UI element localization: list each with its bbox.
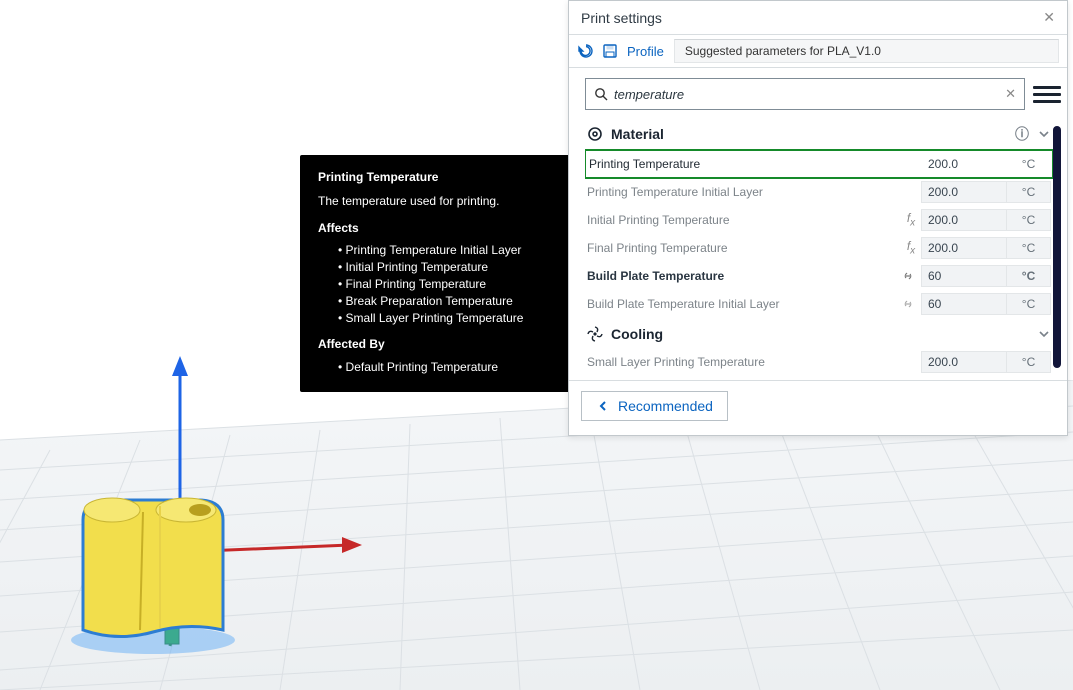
section-title-cooling: Cooling [611,326,663,342]
print-settings-panel: Print settings ✕ Profile Suggested param… [568,0,1068,436]
setting-final-printing-temperature[interactable]: Final Printing Temperature fx 200.0 °C [585,234,1053,262]
value-field[interactable]: 200.0 [921,237,1007,259]
section-header-cooling[interactable]: Cooling [585,318,1053,348]
info-icon[interactable]: ⓘ [1015,124,1029,144]
search-input[interactable] [614,87,999,102]
setting-small-layer-printing-temperature[interactable]: Small Layer Printing Temperature 200.0 °… [585,348,1053,376]
value-printing-temperature[interactable]: 200.0 [921,153,1007,175]
chevron-left-icon [596,399,610,413]
unit-label: °C [1007,209,1051,231]
unit-label: °C [1007,181,1051,203]
setting-initial-printing-temperature[interactable]: Initial Printing Temperature fx 200.0 °C [585,206,1053,234]
clear-search-icon[interactable]: ✕ [1005,86,1016,102]
unit-label: °C [1007,153,1051,175]
tooltip-title: Printing Temperature [318,169,558,186]
unit-label: °C [1007,351,1051,373]
fx-icon[interactable]: fx [901,239,921,256]
save-profile-icon[interactable] [601,42,619,60]
profile-label: Profile [627,44,664,59]
value-field[interactable]: 60 [921,293,1007,315]
hamburger-menu-icon[interactable] [1033,80,1061,108]
chevron-down-icon[interactable] [1037,127,1051,141]
fan-icon [587,326,603,342]
value-field[interactable]: 200.0 [921,209,1007,231]
scrollbar-thumb[interactable] [1053,126,1061,368]
close-icon[interactable]: ✕ [1043,9,1055,26]
setting-printing-temperature[interactable]: Printing Temperature 200.0 °C [585,150,1053,178]
link-icon[interactable] [901,297,921,311]
section-title-material: Material [611,126,664,142]
unit-label: °C [1007,265,1051,287]
fx-icon[interactable]: fx [901,211,921,228]
unit-label: °C [1007,293,1051,315]
tooltip-affects-list: Printing Temperature Initial Layer Initi… [318,242,558,326]
profile-selector[interactable]: Suggested parameters for PLA_V1.0 [674,39,1059,63]
value-field[interactable]: 60 [921,265,1007,287]
recommended-button[interactable]: Recommended [581,391,728,421]
search-input-container: ✕ [585,78,1025,110]
setting-build-plate-temperature[interactable]: Build Plate Temperature 60 °C [585,262,1053,290]
tooltip-affected-by-list: Default Printing Temperature [318,359,558,376]
panel-toolbar: Profile Suggested parameters for PLA_V1.… [569,35,1067,67]
setting-tooltip: Printing Temperature The temperature use… [300,155,576,392]
unit-label: °C [1007,237,1051,259]
tooltip-description: The temperature used for printing. [318,193,558,210]
value-field[interactable]: 200.0 [921,181,1007,203]
tooltip-affects-heading: Affects [318,220,558,237]
material-icon [587,126,603,142]
search-icon [594,87,608,101]
model-object[interactable] [68,480,238,660]
setting-printing-temperature-initial-layer[interactable]: Printing Temperature Initial Layer 200.0… [585,178,1053,206]
link-icon[interactable] [901,269,921,283]
undo-icon[interactable] [577,42,595,60]
setting-build-plate-temperature-initial-layer[interactable]: Build Plate Temperature Initial Layer 60… [585,290,1053,318]
tooltip-affected-by-heading: Affected By [318,336,558,353]
panel-title: Print settings [581,10,662,26]
chevron-down-icon[interactable] [1037,327,1051,341]
value-field[interactable]: 200.0 [921,351,1007,373]
section-header-material[interactable]: Material ⓘ [585,116,1053,150]
